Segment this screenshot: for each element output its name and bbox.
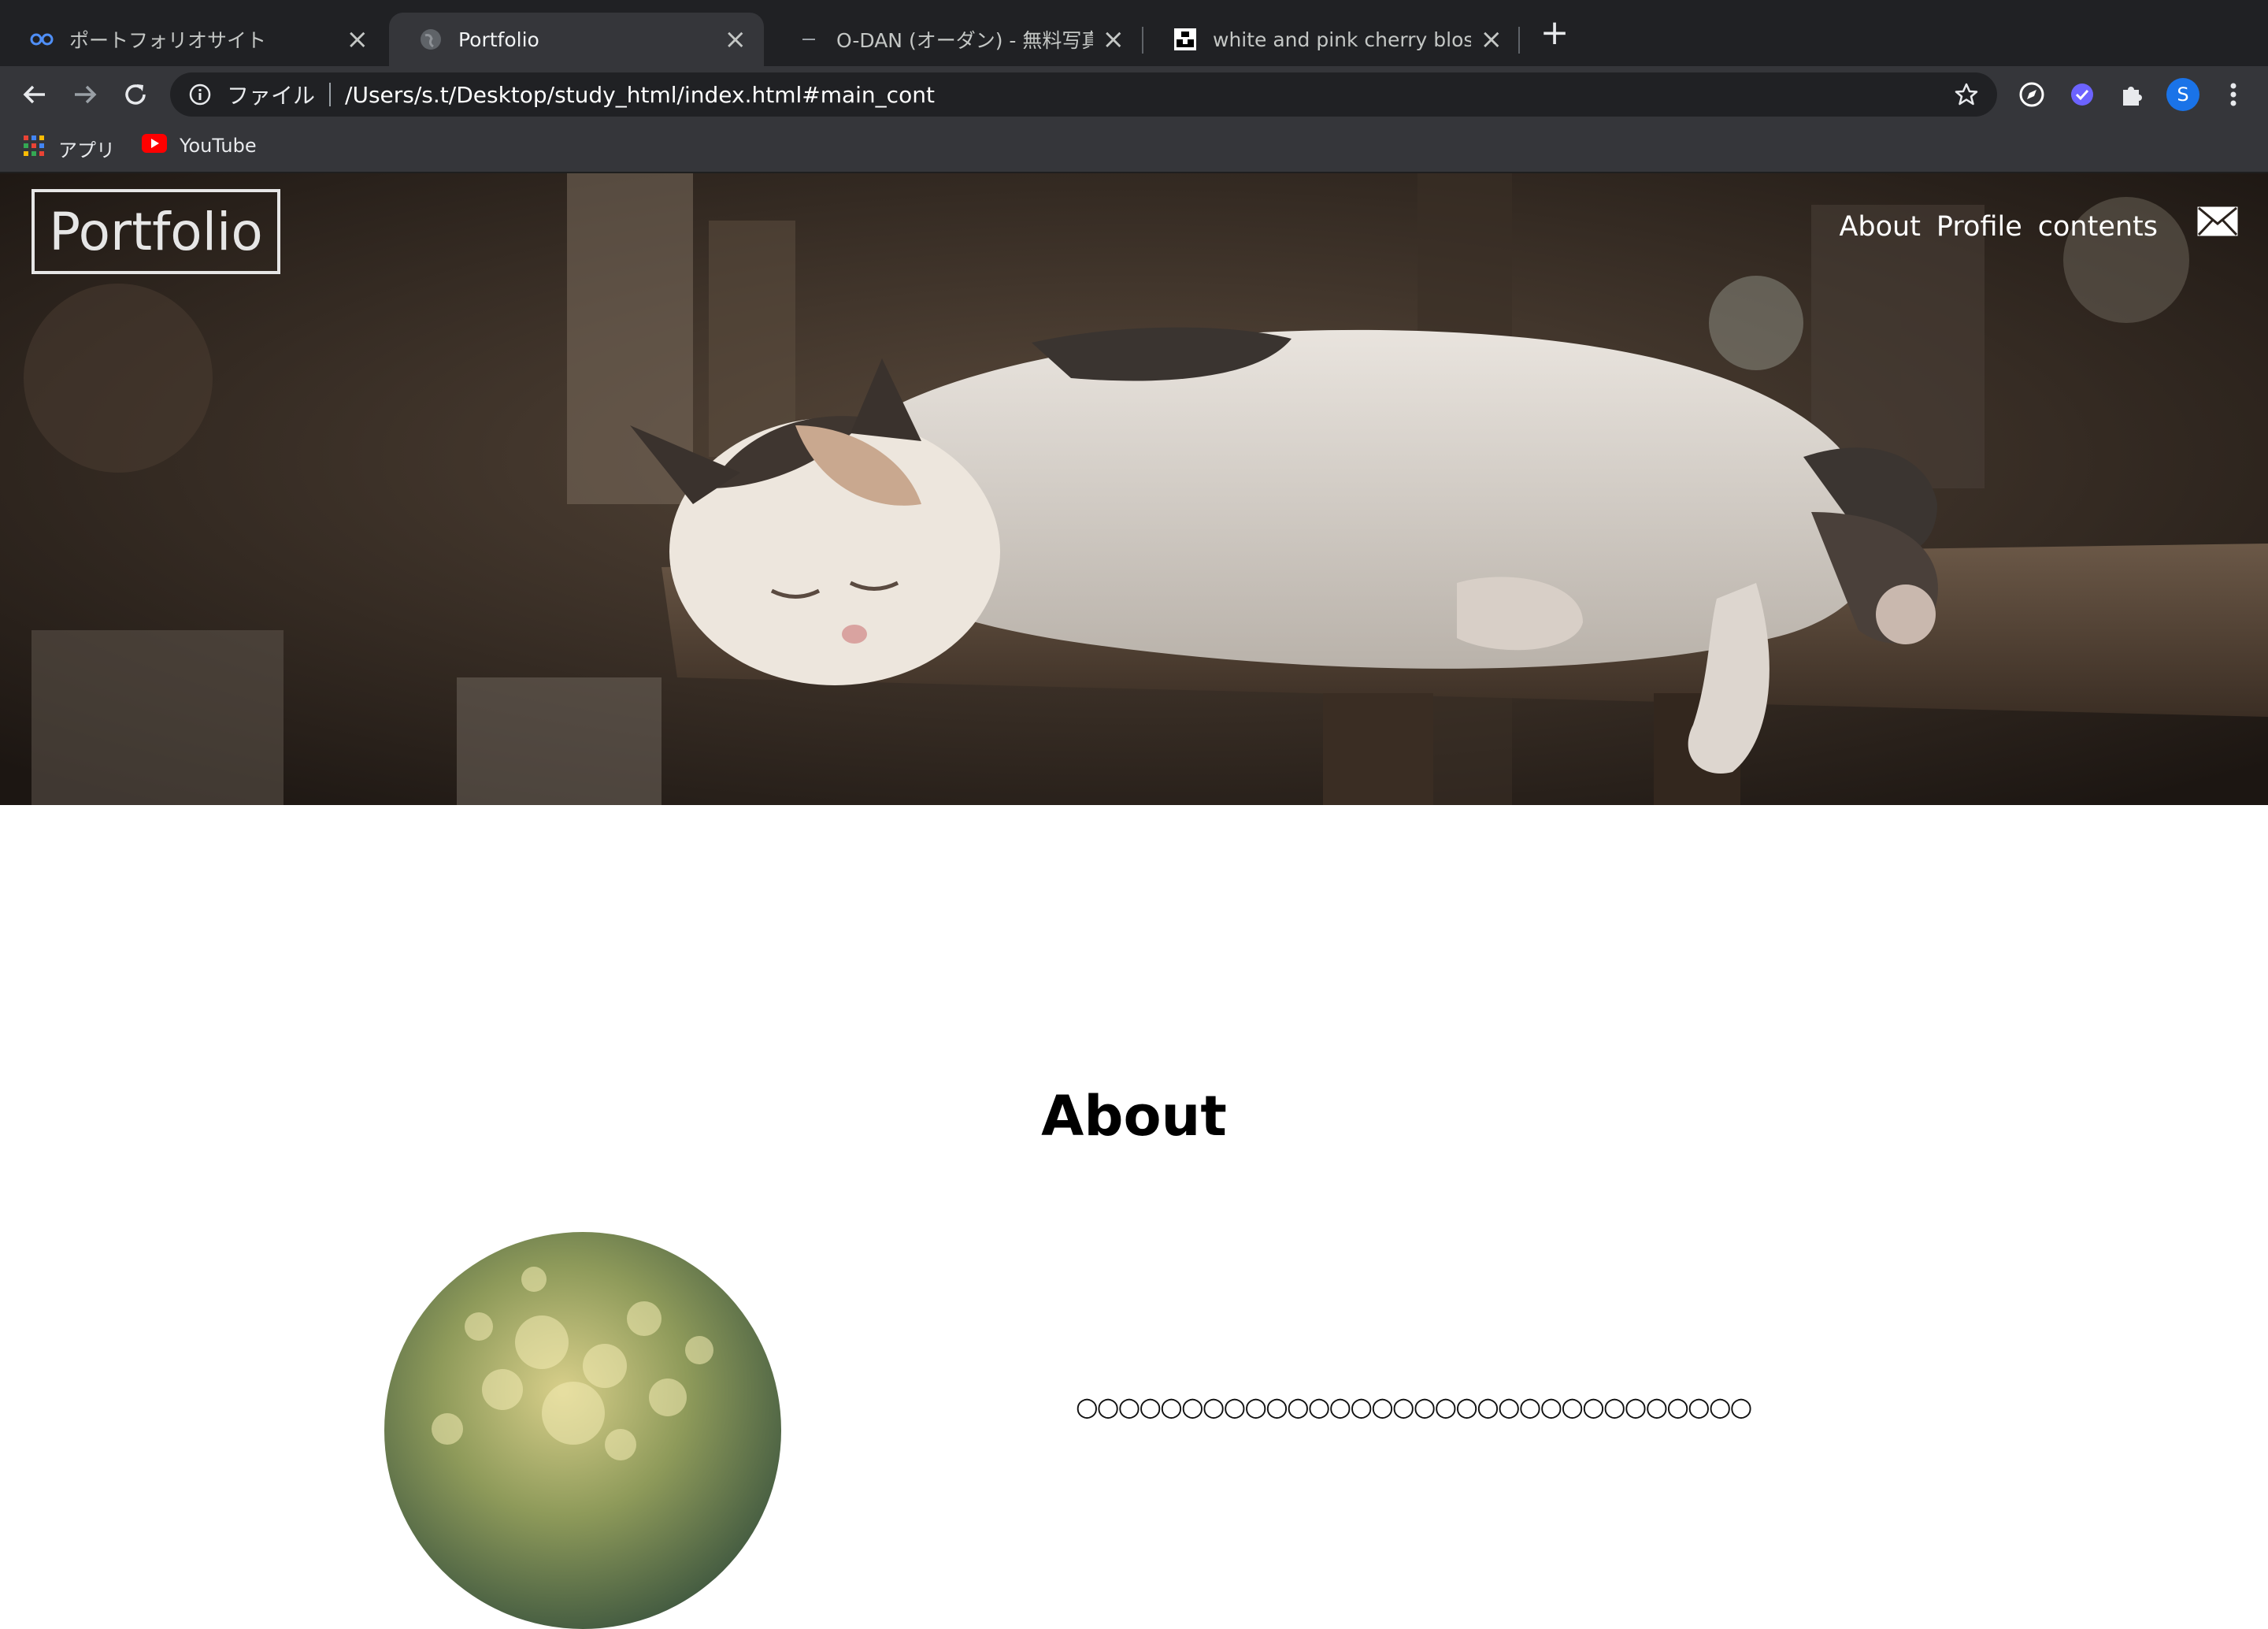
back-button[interactable]	[16, 76, 54, 113]
bokeh-photo	[384, 1232, 781, 1629]
extensions-button[interactable]	[2114, 76, 2151, 113]
globe-icon	[417, 26, 444, 53]
tab-odan[interactable]: O-DAN (オーダン) - 無料写真素 ×	[767, 13, 1142, 66]
bookmark-youtube[interactable]: YouTube	[142, 134, 257, 158]
close-icon[interactable]: ×	[1102, 26, 1125, 53]
close-icon[interactable]: ×	[346, 26, 369, 53]
nav-link-profile[interactable]: Profile	[1936, 211, 2022, 243]
site-logo[interactable]: Portfolio	[32, 189, 280, 274]
url-text[interactable]: /Users/s.t/Desktop/study_html/index.html…	[345, 82, 935, 108]
reload-button[interactable]	[117, 76, 154, 113]
omnibox-divider	[329, 83, 332, 106]
bookmarks-bar: アプリ YouTube	[0, 123, 2268, 173]
tab-title: ポートフォリオサイト	[69, 29, 267, 52]
tab-title: white and pink cherry blossom	[1213, 28, 1471, 51]
kebab-menu-icon	[2230, 83, 2236, 106]
mail-icon[interactable]	[2197, 206, 2238, 236]
bookmark-label: YouTube	[180, 135, 257, 157]
menu-button[interactable]	[2214, 76, 2252, 113]
apps-grid-icon	[22, 134, 46, 162]
dash-icon	[795, 26, 822, 53]
tab-separator	[1518, 27, 1520, 54]
tab-portfolio-site[interactable]: ポートフォリオサイト ×	[0, 13, 386, 66]
tab-title: Portfolio	[458, 28, 539, 51]
close-icon[interactable]: ×	[724, 26, 747, 53]
profile-initial: S	[2177, 83, 2189, 106]
arrow-right-icon	[75, 85, 97, 104]
about-text: ○○○○○○○○○○○○○○○○○○○○○○○○○○○○○○○○	[1076, 1391, 1752, 1422]
profile-avatar[interactable]: S	[2164, 76, 2202, 113]
reload-icon	[125, 84, 146, 105]
bookmark-apps[interactable]: アプリ	[22, 134, 115, 162]
youtube-icon	[142, 134, 167, 158]
tab-portfolio[interactable]: Portfolio ×	[389, 13, 764, 66]
extension-check-button[interactable]	[2063, 76, 2101, 113]
arrow-left-icon	[23, 85, 45, 104]
main-nav: About Profile contents	[1839, 211, 2158, 243]
hero-image: Portfolio About Profile contents	[0, 173, 2268, 805]
check-badge-icon	[2071, 83, 2093, 106]
info-icon[interactable]	[187, 82, 213, 107]
infinity-icon	[28, 26, 55, 53]
tab-cherry-blossom[interactable]: white and pink cherry blossom ×	[1143, 13, 1520, 66]
browser-toolbar: ファイル /Users/s.t/Desktop/study_html/index…	[0, 66, 2268, 123]
nav-link-contents[interactable]: contents	[2038, 211, 2158, 243]
unsplash-icon	[1172, 26, 1199, 53]
extension-compass-button[interactable]	[2013, 76, 2051, 113]
new-tab-button[interactable]: +	[1537, 16, 1572, 50]
sleeping-cat-photo	[0, 173, 2268, 805]
puzzle-icon	[2123, 87, 2142, 106]
compass-icon	[2019, 82, 2044, 107]
star-icon[interactable]	[1953, 81, 1980, 108]
tab-strip: ポートフォリオサイト × Portfolio × O-DAN (オーダン) - …	[0, 0, 2268, 66]
nav-link-about[interactable]: About	[1839, 211, 1920, 243]
close-icon[interactable]: ×	[1480, 26, 1503, 53]
about-photo	[384, 1232, 781, 1629]
forward-button[interactable]	[66, 76, 104, 113]
bookmark-label: アプリ	[58, 139, 115, 161]
address-bar[interactable]: ファイル /Users/s.t/Desktop/study_html/index…	[170, 72, 1997, 117]
about-heading: About	[1041, 1084, 1227, 1149]
tab-title: O-DAN (オーダン) - 無料写真素	[836, 29, 1093, 52]
scheme-label: ファイル	[227, 83, 316, 109]
